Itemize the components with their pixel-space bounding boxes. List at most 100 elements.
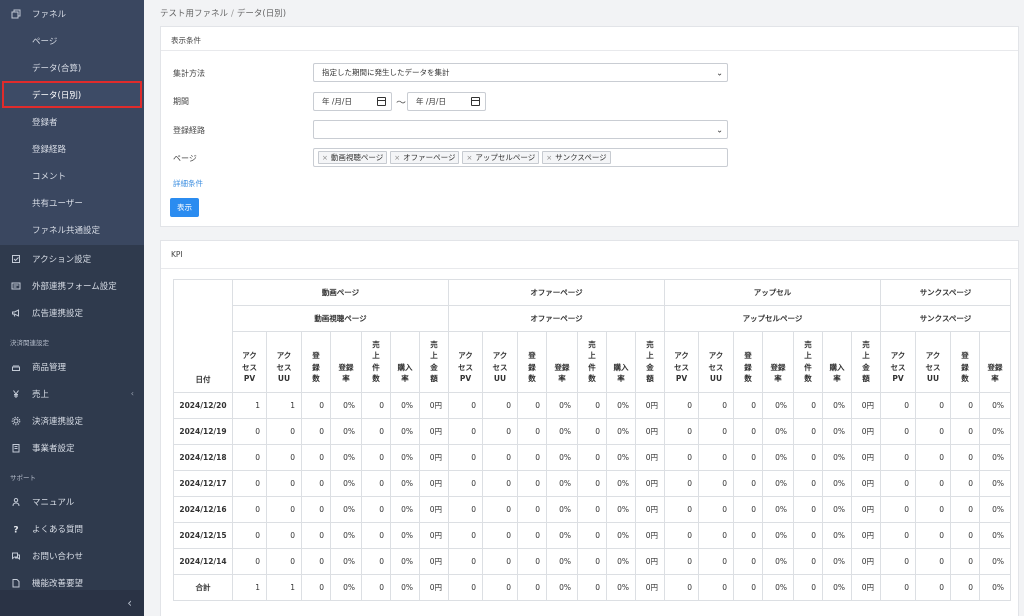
sidebar-item-label: ファネル <box>32 9 67 20</box>
sidebar-item-label: ページ <box>32 36 58 47</box>
value-cell: 0円 <box>635 574 665 601</box>
value-cell: 0% <box>979 418 1011 445</box>
metric-column-header: 登録数 <box>517 331 547 393</box>
value-cell: 0円 <box>419 444 449 471</box>
checkbox-icon <box>10 254 22 264</box>
header-line: 数 <box>588 374 596 384</box>
value-cell: 0 <box>733 548 763 575</box>
remove-tag-icon[interactable]: × <box>466 154 472 162</box>
value-cell: 0 <box>915 522 951 549</box>
sidebar-item[interactable]: ? よくある質問 <box>0 515 144 542</box>
sidebar-item-funnel-sub[interactable]: 共有ユーザー <box>0 189 144 216</box>
header-line: 登録 <box>770 362 786 372</box>
value-cell: 0 <box>361 574 391 601</box>
detail-conditions-link[interactable]: 詳細条件 <box>173 178 203 189</box>
breadcrumb-parent[interactable]: テスト用ファネル <box>160 9 228 19</box>
value-cell: 0円 <box>635 470 665 497</box>
metric-column-header: 売上件数 <box>793 331 823 393</box>
header-line: 売 <box>588 339 596 349</box>
sidebar-item-funnel-sub[interactable]: データ(日別) <box>2 81 142 108</box>
page-tag-label: オファーページ <box>403 153 456 162</box>
sidebar-item-funnel-sub[interactable]: 登録者 <box>0 108 144 135</box>
header-line: 件 <box>804 362 812 372</box>
value-cell: 0 <box>232 470 267 497</box>
sidebar-item-label: データ(日別) <box>32 90 82 101</box>
header-line: 数 <box>312 374 320 384</box>
sidebar-item[interactable]: 決済連携設定 <box>0 407 144 434</box>
header-line: 購入 <box>829 362 845 372</box>
date-cell: 2024/12/19 <box>173 418 233 445</box>
metric-column-header: 売上件数 <box>577 331 607 393</box>
value-cell: 0% <box>330 522 362 549</box>
kpi-card: KPI 日付 動画ページ オファーページ アップセル サンクスページ 動画視聴ページ オファ… <box>160 240 1019 616</box>
header-line: アク <box>925 351 941 361</box>
sidebar-item[interactable]: アクション設定 <box>0 245 144 272</box>
value-cell: 0 <box>880 418 916 445</box>
value-cell: 0円 <box>635 444 665 471</box>
value-cell: 0 <box>880 496 916 523</box>
header-line: 登 <box>961 351 969 361</box>
calendar-icon[interactable] <box>471 97 480 106</box>
sidebar-item-funnel-sub[interactable]: 登録経路 <box>0 135 144 162</box>
form-icon <box>10 281 22 291</box>
value-cell: 0% <box>762 522 794 549</box>
sidebar-item[interactable]: 商品管理 <box>0 353 144 380</box>
header-line: セス <box>276 362 292 372</box>
value-cell: 0 <box>448 444 483 471</box>
sidebar-item[interactable]: 外部連携フォーム設定 <box>0 272 144 299</box>
sidebar-item[interactable]: 事業者設定 <box>0 434 144 461</box>
table-row: 2024/12/20 1 1 0 0% 0 0% 0円 0 0 0 0% 0 0% 0円 0 0 0 0% 0 0% 0円… <box>173 392 1011 419</box>
value-cell: 0% <box>330 496 362 523</box>
sidebar-item[interactable]: 広告連携設定 <box>0 299 144 326</box>
value-cell: 0% <box>606 444 636 471</box>
value-cell: 0 <box>915 392 951 419</box>
header-line: 数 <box>961 374 969 384</box>
header-line: UU <box>709 374 723 384</box>
sidebar-item-funnel-sub[interactable]: ページ <box>0 27 144 54</box>
sidebar-collapse-button[interactable]: ‹ <box>0 590 144 616</box>
period-start-date-input[interactable]: 年 /月/日 <box>313 92 392 111</box>
value-cell: 0% <box>606 470 636 497</box>
header-line: 売 <box>862 339 870 349</box>
route-select[interactable]: ⌄ <box>313 120 728 139</box>
value-cell: 0 <box>664 470 699 497</box>
group-subheader: アップセルページ <box>664 305 881 332</box>
header-line: アク <box>276 351 292 361</box>
table-row: 2024/12/17 0 0 0 0% 0 0% 0円 0 0 0 0% 0 0% 0円 0 0 0 0% 0 0% 0円… <box>173 470 1011 497</box>
sidebar-item-label: 登録経路 <box>32 144 67 155</box>
header-line: UU <box>277 374 291 384</box>
value-cell: 0% <box>546 522 578 549</box>
value-cell: 0 <box>577 470 607 497</box>
metric-column-header: アク セス PV <box>448 331 483 393</box>
sidebar-item-funnel-sub[interactable]: ファネル共通設定 <box>0 216 144 243</box>
sidebar-item[interactable]: お問い合わせ <box>0 542 144 569</box>
header-line: 額 <box>862 374 870 384</box>
value-cell: 0% <box>606 496 636 523</box>
chevron-left-icon: ‹ <box>127 596 132 610</box>
sidebar-item[interactable]: マニュアル <box>0 488 144 515</box>
value-cell: 1 <box>266 392 302 419</box>
remove-tag-icon[interactable]: × <box>394 154 400 162</box>
value-cell: 0 <box>915 548 951 575</box>
remove-tag-icon[interactable]: × <box>546 154 552 162</box>
value-cell: 0 <box>733 418 763 445</box>
calendar-icon[interactable] <box>377 97 386 106</box>
sidebar-item-funnel-sub[interactable]: コメント <box>0 162 144 189</box>
sidebar-item-funnel-sub[interactable]: データ(合算) <box>0 54 144 81</box>
remove-tag-icon[interactable]: × <box>322 154 328 162</box>
sidebar-item[interactable]: 売上 ‹ <box>0 380 144 407</box>
value-cell: 0 <box>301 574 331 601</box>
value-cell: 0 <box>482 548 518 575</box>
metric-column-header: 購入率 <box>822 331 852 393</box>
value-cell: 0 <box>361 548 391 575</box>
sidebar-item-funnel[interactable]: ファネル <box>0 0 144 27</box>
value-cell: 0 <box>698 470 734 497</box>
period-end-date-input[interactable]: 年 /月/日 <box>407 92 486 111</box>
header-line: セス <box>492 362 508 372</box>
page-multiselect[interactable]: × 動画視聴ページ × オファーページ × アップセルページ × サンクスページ <box>313 148 728 167</box>
header-line: 率 <box>617 374 625 384</box>
value-cell: 0 <box>517 418 547 445</box>
show-button[interactable]: 表示 <box>170 198 199 217</box>
value-cell: 0% <box>330 470 362 497</box>
method-select[interactable]: 指定した期間に発生したデータを集計 ⌄ <box>313 63 728 82</box>
